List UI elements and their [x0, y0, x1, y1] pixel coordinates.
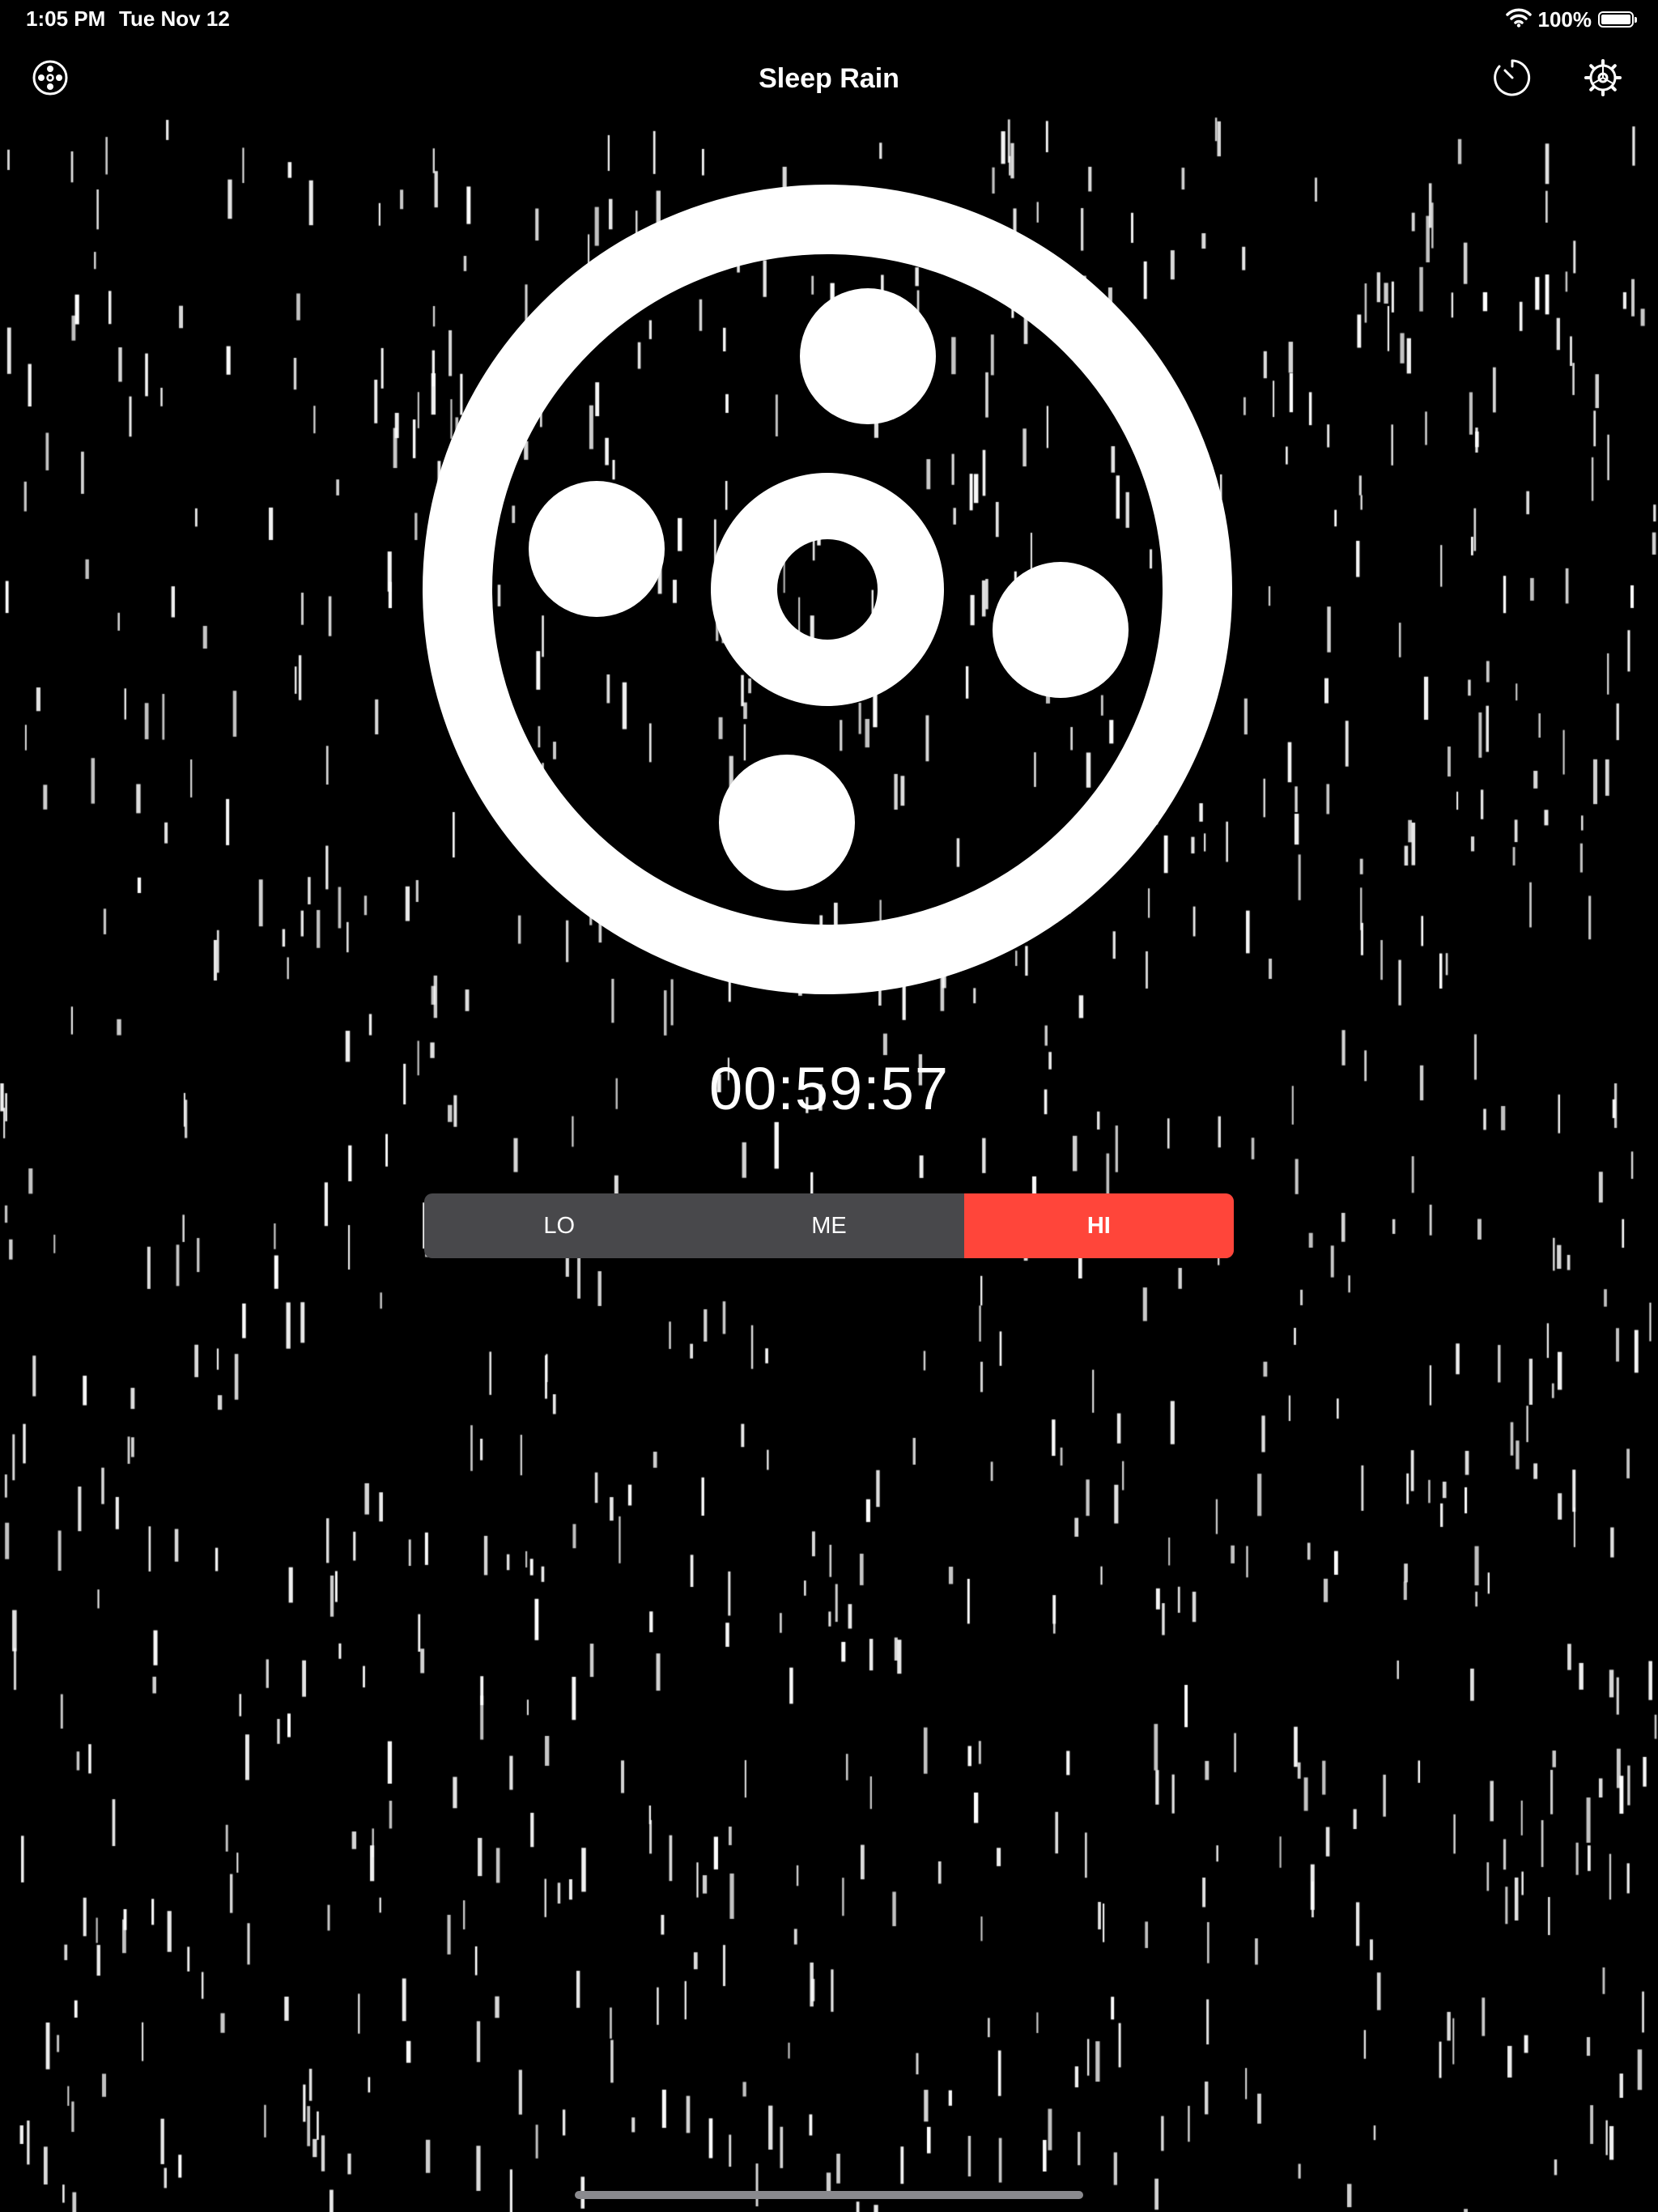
intensity-selector: LO ME HI	[424, 1193, 1234, 1258]
battery-percent: 100%	[1537, 6, 1592, 32]
timer-countdown: 00:59:57	[708, 1055, 950, 1122]
status-bar: 1:05 PM Tue Nov 12 100%	[0, 0, 1658, 39]
timer-button[interactable]	[1490, 57, 1535, 102]
timer-icon	[1492, 57, 1533, 102]
status-date: Tue Nov 12	[119, 6, 230, 31]
intensity-option-lo[interactable]: LO	[424, 1193, 694, 1258]
rain-wheel-icon	[421, 185, 1234, 999]
status-time: 1:05 PM	[26, 6, 106, 31]
settings-button[interactable]	[1580, 57, 1626, 102]
wifi-icon	[1505, 8, 1532, 32]
intensity-option-hi[interactable]: HI	[963, 1193, 1234, 1258]
home-indicator	[575, 2191, 1083, 2199]
play-wheel-button[interactable]	[421, 183, 1234, 996]
gear-icon	[1583, 57, 1623, 102]
battery-fill	[1601, 15, 1630, 24]
page-title: Sleep Rain	[759, 63, 899, 94]
navigation-bar: Sleep Rain	[0, 49, 1658, 110]
battery-icon	[1598, 11, 1637, 28]
intensity-option-me[interactable]: ME	[694, 1193, 963, 1258]
status-indicators: 100%	[1505, 5, 1637, 34]
